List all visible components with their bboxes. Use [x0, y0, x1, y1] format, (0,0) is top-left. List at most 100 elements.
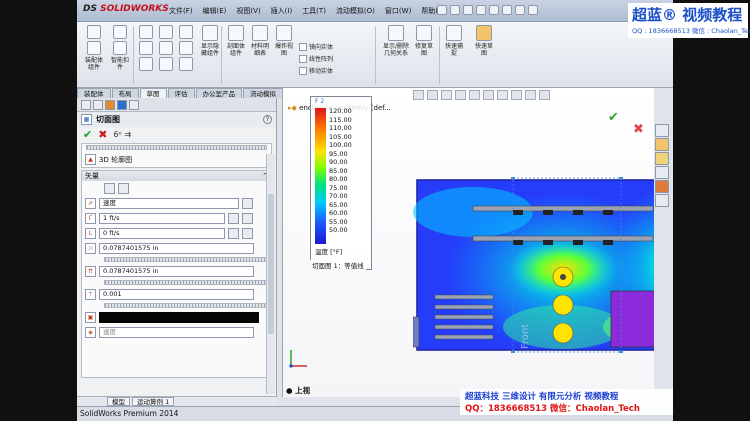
mirror-entities-button[interactable]: 镜向实体: [299, 42, 333, 51]
repair-sketch-button[interactable]: 修复草 图: [413, 25, 435, 57]
legend-ticks: 120.00 115.00 110.00 105.00 100.00 95.00…: [329, 107, 352, 235]
tab-evaluate[interactable]: 评估: [167, 88, 195, 98]
view-palette-icon[interactable]: [655, 166, 669, 179]
select-icon[interactable]: [502, 5, 512, 15]
ribbon-button-9[interactable]: 爆炸视 图: [273, 25, 295, 57]
temperature-legend[interactable]: F 2 120.00 115.00 110.00 105.00 100.00 9…: [310, 96, 372, 270]
open-icon[interactable]: [450, 5, 460, 15]
apply-scene-icon[interactable]: [525, 90, 536, 100]
feature-tree-icon[interactable]: [81, 99, 91, 110]
undo-icon[interactable]: [489, 5, 499, 15]
appearances-icon[interactable]: [655, 180, 669, 193]
confirm-corner-cancel-icon[interactable]: ✖: [633, 122, 644, 137]
vectors-section: 矢量 ⌃ ⇗ 速度 Γ 1 ft/s L 0 ft/s: [81, 170, 272, 378]
zoom-area-icon[interactable]: [427, 90, 438, 100]
custom-properties-icon[interactable]: [655, 194, 669, 207]
tab-office-products[interactable]: 办公室产品: [195, 88, 242, 98]
menu-flow-simulation[interactable]: 流动模拟(O): [336, 6, 375, 16]
menu-tools[interactable]: 工具(T): [302, 6, 326, 16]
flow-analysis-tree-icon[interactable]: [129, 99, 139, 110]
tab-motion-study[interactable]: 运动算例 1: [132, 397, 175, 406]
ribbon-button-8[interactable]: 材料明 细表: [249, 25, 271, 57]
panel-scrollbar[interactable]: [266, 154, 275, 394]
move-entities-button[interactable]: 移动实体: [299, 66, 333, 75]
tab-model[interactable]: 模型: [107, 397, 130, 406]
rebuild-icon[interactable]: [515, 5, 525, 15]
parameter-select[interactable]: 速度: [99, 198, 239, 209]
help-icon[interactable]: ?: [263, 115, 272, 124]
max-adjust-button[interactable]: [228, 213, 239, 224]
arrow-size-slider[interactable]: [104, 303, 267, 308]
task-pane-toolbar: [655, 124, 669, 207]
quick-snaps-button[interactable]: 快速捕 捉: [443, 25, 465, 57]
ribbon-button-6[interactable]: 显示隐 藏组件: [199, 25, 221, 57]
legend-tick: 50.00: [329, 226, 348, 234]
color-by-select[interactable]: 速度: [99, 327, 254, 338]
min-value-field[interactable]: 0 ft/s: [99, 228, 225, 239]
options-icon[interactable]: [528, 5, 538, 15]
edit-appearance-icon[interactable]: [511, 90, 522, 100]
design-library-icon[interactable]: [655, 138, 669, 151]
chip: [573, 210, 583, 215]
graphics-area[interactable]: ▸◆ enclosure assembly (def... ✔ ✖ F 2 12…: [282, 88, 654, 397]
display-relations-button[interactable]: 显示/删除 几何关系: [381, 25, 411, 57]
solidworks-resources-icon[interactable]: [655, 124, 669, 137]
ribbon-button-3[interactable]: [139, 25, 153, 71]
min-reset-button[interactable]: [242, 228, 253, 239]
vector-length-slider[interactable]: [104, 280, 267, 285]
min-adjust-button[interactable]: [228, 228, 239, 239]
hide-show-icon[interactable]: [497, 90, 508, 100]
menu-file[interactable]: 文件(F): [169, 6, 193, 16]
view-orientation-icon[interactable]: [469, 90, 480, 100]
ribbon-button-1[interactable]: 装配体 组件: [83, 25, 105, 71]
print-icon[interactable]: [476, 5, 486, 15]
section-view-icon[interactable]: [455, 90, 466, 100]
display-style-icon[interactable]: [483, 90, 494, 100]
tab-flow-simulation[interactable]: 流动模拟: [243, 88, 283, 98]
vectors-section-header[interactable]: 矢量 ⌃: [82, 171, 271, 181]
previous-view-icon[interactable]: [441, 90, 452, 100]
parameter-settings-button[interactable]: [242, 198, 253, 209]
max-value-row: Γ 1 ft/s: [82, 211, 271, 226]
cancel-button[interactable]: ✖: [98, 128, 107, 141]
point-icon: [179, 57, 193, 71]
solidworks-logo[interactable]: DS SOLIDWORKS: [83, 4, 169, 14]
max-value-field[interactable]: 1 ft/s: [99, 213, 225, 224]
display-manager-icon[interactable]: [117, 99, 127, 110]
display-slider[interactable]: [86, 145, 267, 150]
ribbon-button-7[interactable]: 剖面体 组件: [225, 25, 247, 57]
tab-assembly[interactable]: 装配体: [77, 88, 111, 98]
linear-pattern-button[interactable]: 线性阵列: [299, 54, 333, 63]
pushpin-button[interactable]: 6ᵒ ⇉: [113, 130, 131, 139]
cut-plot-view[interactable]: Front: [413, 177, 654, 353]
menu-edit[interactable]: 编辑(E): [203, 6, 227, 16]
3d-profile-row[interactable]: ▲ 3D 轮廓图: [82, 152, 271, 167]
view-settings-icon[interactable]: [539, 90, 550, 100]
arrow-size-field[interactable]: 0.001: [99, 289, 254, 300]
new-icon[interactable]: [437, 5, 447, 15]
scrollbar-thumb[interactable]: [268, 194, 274, 334]
menu-view[interactable]: 视图(V): [236, 6, 260, 16]
flow-vectors-icon[interactable]: [118, 183, 129, 194]
ribbon-button-2[interactable]: 智能扣 件: [109, 25, 131, 71]
tab-sketch[interactable]: 草图: [139, 88, 167, 98]
property-manager-icon[interactable]: [93, 99, 103, 110]
rapid-sketch-button[interactable]: 快速草 图: [473, 25, 495, 57]
configuration-icon[interactable]: [105, 99, 115, 110]
ok-button[interactable]: ✔: [83, 128, 92, 141]
tab-layout[interactable]: 布局: [111, 88, 139, 98]
vector-length-field[interactable]: 0.0787401575 in: [99, 266, 254, 277]
spacing-field[interactable]: 0.0787401575 in: [99, 243, 254, 254]
max-reset-button[interactable]: [242, 213, 253, 224]
confirm-corner-ok-icon[interactable]: ✔: [608, 110, 619, 125]
zoom-fit-icon[interactable]: [413, 90, 424, 100]
menu-insert[interactable]: 插入(I): [271, 6, 293, 16]
color-swatch[interactable]: [99, 312, 259, 323]
file-explorer-icon[interactable]: [655, 152, 669, 165]
save-icon[interactable]: [463, 5, 473, 15]
menu-window[interactable]: 窗口(W): [385, 6, 411, 16]
ribbon-button-4[interactable]: [159, 25, 173, 71]
ribbon-button-5[interactable]: [179, 25, 193, 71]
spacing-slider[interactable]: [104, 257, 267, 262]
static-vectors-icon[interactable]: [104, 183, 115, 194]
